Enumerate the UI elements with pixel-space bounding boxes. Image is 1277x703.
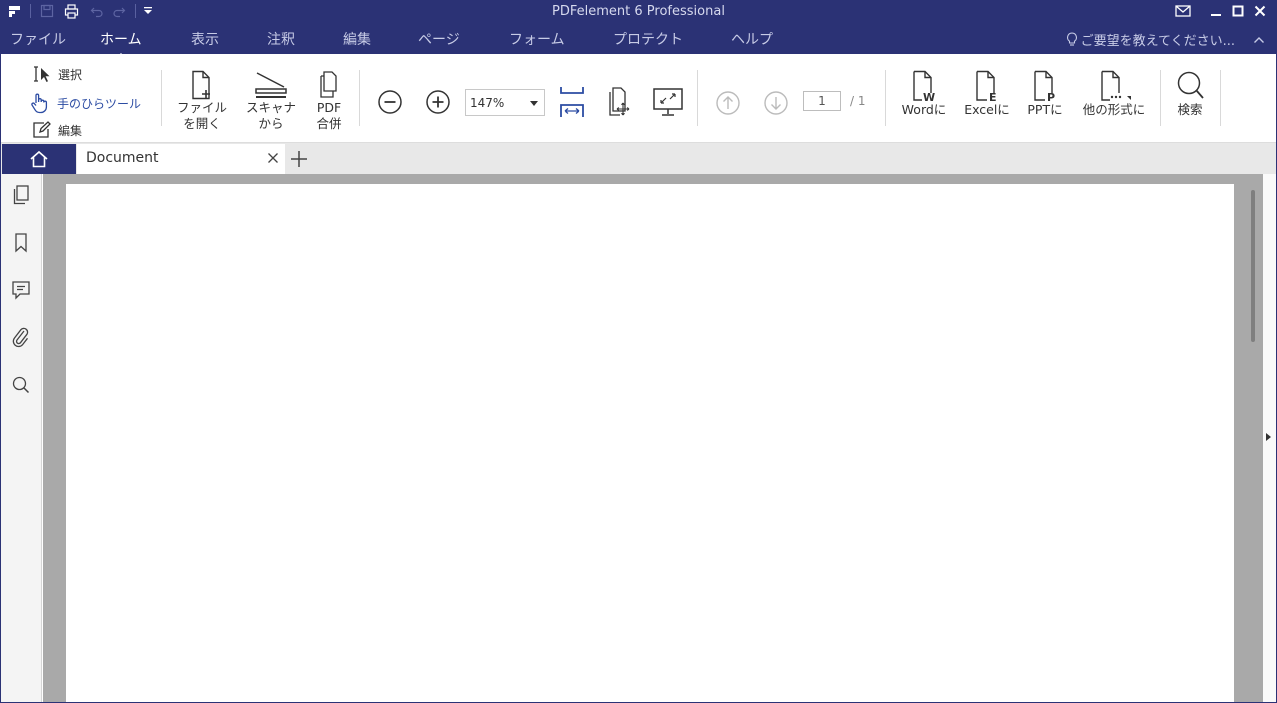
search-button[interactable]: 検索 bbox=[1170, 70, 1210, 118]
page-number-input[interactable]: 1 bbox=[803, 91, 841, 111]
scanner-button[interactable]: スキャナ から bbox=[242, 70, 300, 132]
menu-form[interactable]: フォーム bbox=[509, 29, 565, 49]
zoom-select[interactable]: 147% bbox=[465, 89, 545, 116]
convert-excel-label: Excelに bbox=[964, 102, 1010, 117]
menu-annotate[interactable]: 注釈 bbox=[267, 29, 295, 49]
previous-page-icon[interactable] bbox=[715, 90, 741, 120]
fit-width-icon[interactable] bbox=[558, 85, 586, 123]
search-icon bbox=[1177, 71, 1204, 99]
convert-excel-button[interactable]: E Excelに bbox=[960, 70, 1014, 118]
menu-bar: ファイル ホーム 表示 注釈 編集 ページ フォーム プロテクト ヘルプ ご要望… bbox=[0, 23, 1277, 59]
svg-text:E: E bbox=[989, 91, 997, 102]
window-border bbox=[0, 0, 1, 703]
close-icon[interactable] bbox=[1249, 2, 1271, 20]
menu-help[interactable]: ヘルプ bbox=[731, 29, 773, 49]
minimize-icon[interactable] bbox=[1205, 2, 1227, 20]
mail-icon[interactable] bbox=[1172, 2, 1194, 20]
title-bar: PDFelement 6 Professional bbox=[0, 0, 1277, 23]
menu-file[interactable]: ファイル bbox=[10, 29, 66, 49]
search-label: 検索 bbox=[1177, 102, 1203, 117]
ribbon-toolbar: 選択 手のひらツール 編集 ファイル を開く スキャナ から PDF 合併 14… bbox=[0, 54, 1277, 143]
attachment-icon[interactable] bbox=[11, 326, 31, 352]
collapse-ribbon-icon[interactable] bbox=[1253, 30, 1265, 49]
menu-home[interactable]: ホーム bbox=[100, 29, 142, 59]
ribbon-divider bbox=[885, 70, 886, 126]
scanner-icon bbox=[255, 72, 287, 98]
zoom-value: 147% bbox=[470, 96, 505, 110]
fit-page-icon[interactable] bbox=[606, 85, 634, 123]
convert-word-label: Wordに bbox=[901, 102, 947, 117]
search-panel-icon[interactable] bbox=[11, 374, 31, 400]
ribbon-divider bbox=[359, 70, 360, 126]
merge-pdf-label: PDF 合併 bbox=[316, 100, 342, 131]
feedback-text: ご要望を教えてください... bbox=[1080, 34, 1235, 49]
ribbon-divider bbox=[161, 70, 162, 126]
lightbulb-icon bbox=[1066, 32, 1077, 46]
maximize-icon[interactable] bbox=[1227, 2, 1249, 20]
scanner-label: スキャナ から bbox=[245, 100, 296, 131]
ribbon-divider bbox=[1220, 70, 1221, 126]
hand-tool-label: 手のひらツール bbox=[57, 96, 142, 111]
close-tab-icon[interactable] bbox=[267, 152, 279, 168]
select-cursor-icon bbox=[34, 66, 50, 82]
ribbon-divider bbox=[697, 70, 698, 126]
tab-bar: Document bbox=[0, 143, 1277, 174]
menu-edit[interactable]: 編集 bbox=[343, 29, 371, 49]
thumbnails-icon[interactable] bbox=[11, 184, 31, 210]
vertical-scrollbar[interactable] bbox=[1251, 190, 1255, 342]
convert-word-button[interactable]: W Wordに bbox=[897, 70, 951, 118]
convert-ppt-label: PPTに bbox=[1027, 102, 1063, 117]
zoom-in-icon[interactable] bbox=[425, 89, 451, 119]
new-tab-icon[interactable] bbox=[290, 150, 308, 172]
comment-icon[interactable] bbox=[11, 279, 31, 305]
expand-right-panel-icon[interactable] bbox=[1266, 433, 1271, 441]
page-total: / 1 bbox=[850, 94, 866, 108]
window-title: PDFelement 6 Professional bbox=[552, 4, 725, 19]
open-file-label: ファイル を開く bbox=[176, 100, 227, 131]
presentation-icon[interactable] bbox=[652, 87, 684, 121]
ppt-file-icon: P bbox=[1034, 70, 1055, 102]
next-page-icon[interactable] bbox=[763, 90, 789, 120]
menu-protect[interactable]: プロテクト bbox=[613, 29, 683, 49]
pdf-page[interactable] bbox=[66, 184, 1234, 703]
edit-tool[interactable]: 編集 bbox=[32, 121, 82, 139]
feedback-link[interactable]: ご要望を教えてください... bbox=[1066, 30, 1235, 49]
document-tab-label: Document bbox=[86, 150, 159, 166]
open-file-icon bbox=[192, 70, 210, 100]
svg-text:W: W bbox=[923, 91, 935, 102]
convert-ppt-button[interactable]: P PPTに bbox=[1022, 70, 1068, 118]
home-icon bbox=[30, 150, 48, 168]
convert-other-label: 他の形式に bbox=[1082, 102, 1146, 117]
edit-tool-label: 編集 bbox=[58, 123, 83, 138]
excel-file-icon: E bbox=[976, 70, 997, 102]
menu-page[interactable]: ページ bbox=[418, 29, 460, 49]
bookmark-icon[interactable] bbox=[11, 232, 31, 258]
menu-view[interactable]: 表示 bbox=[191, 29, 219, 49]
merge-pdf-icon bbox=[320, 71, 337, 98]
merge-pdf-button[interactable]: PDF 合併 bbox=[308, 70, 350, 132]
edit-icon bbox=[33, 121, 51, 138]
zoom-out-icon[interactable] bbox=[377, 89, 403, 119]
other-format-icon bbox=[1101, 70, 1131, 101]
left-sidebar bbox=[0, 174, 42, 703]
convert-other-button[interactable]: 他の形式に bbox=[1077, 70, 1151, 118]
svg-text:P: P bbox=[1047, 91, 1055, 102]
document-canvas[interactable] bbox=[43, 174, 1263, 703]
ribbon-divider bbox=[1160, 70, 1161, 126]
select-tool-label: 選択 bbox=[58, 67, 83, 82]
word-file-icon: W bbox=[913, 70, 935, 102]
hand-tool[interactable]: 手のひらツール bbox=[29, 92, 141, 114]
document-tab[interactable]: Document bbox=[77, 144, 285, 174]
hand-icon bbox=[31, 93, 48, 114]
home-tab[interactable] bbox=[2, 144, 76, 174]
open-file-button[interactable]: ファイル を開く bbox=[172, 70, 232, 132]
select-tool[interactable]: 選択 bbox=[32, 65, 82, 83]
chevron-down-icon bbox=[530, 101, 538, 106]
